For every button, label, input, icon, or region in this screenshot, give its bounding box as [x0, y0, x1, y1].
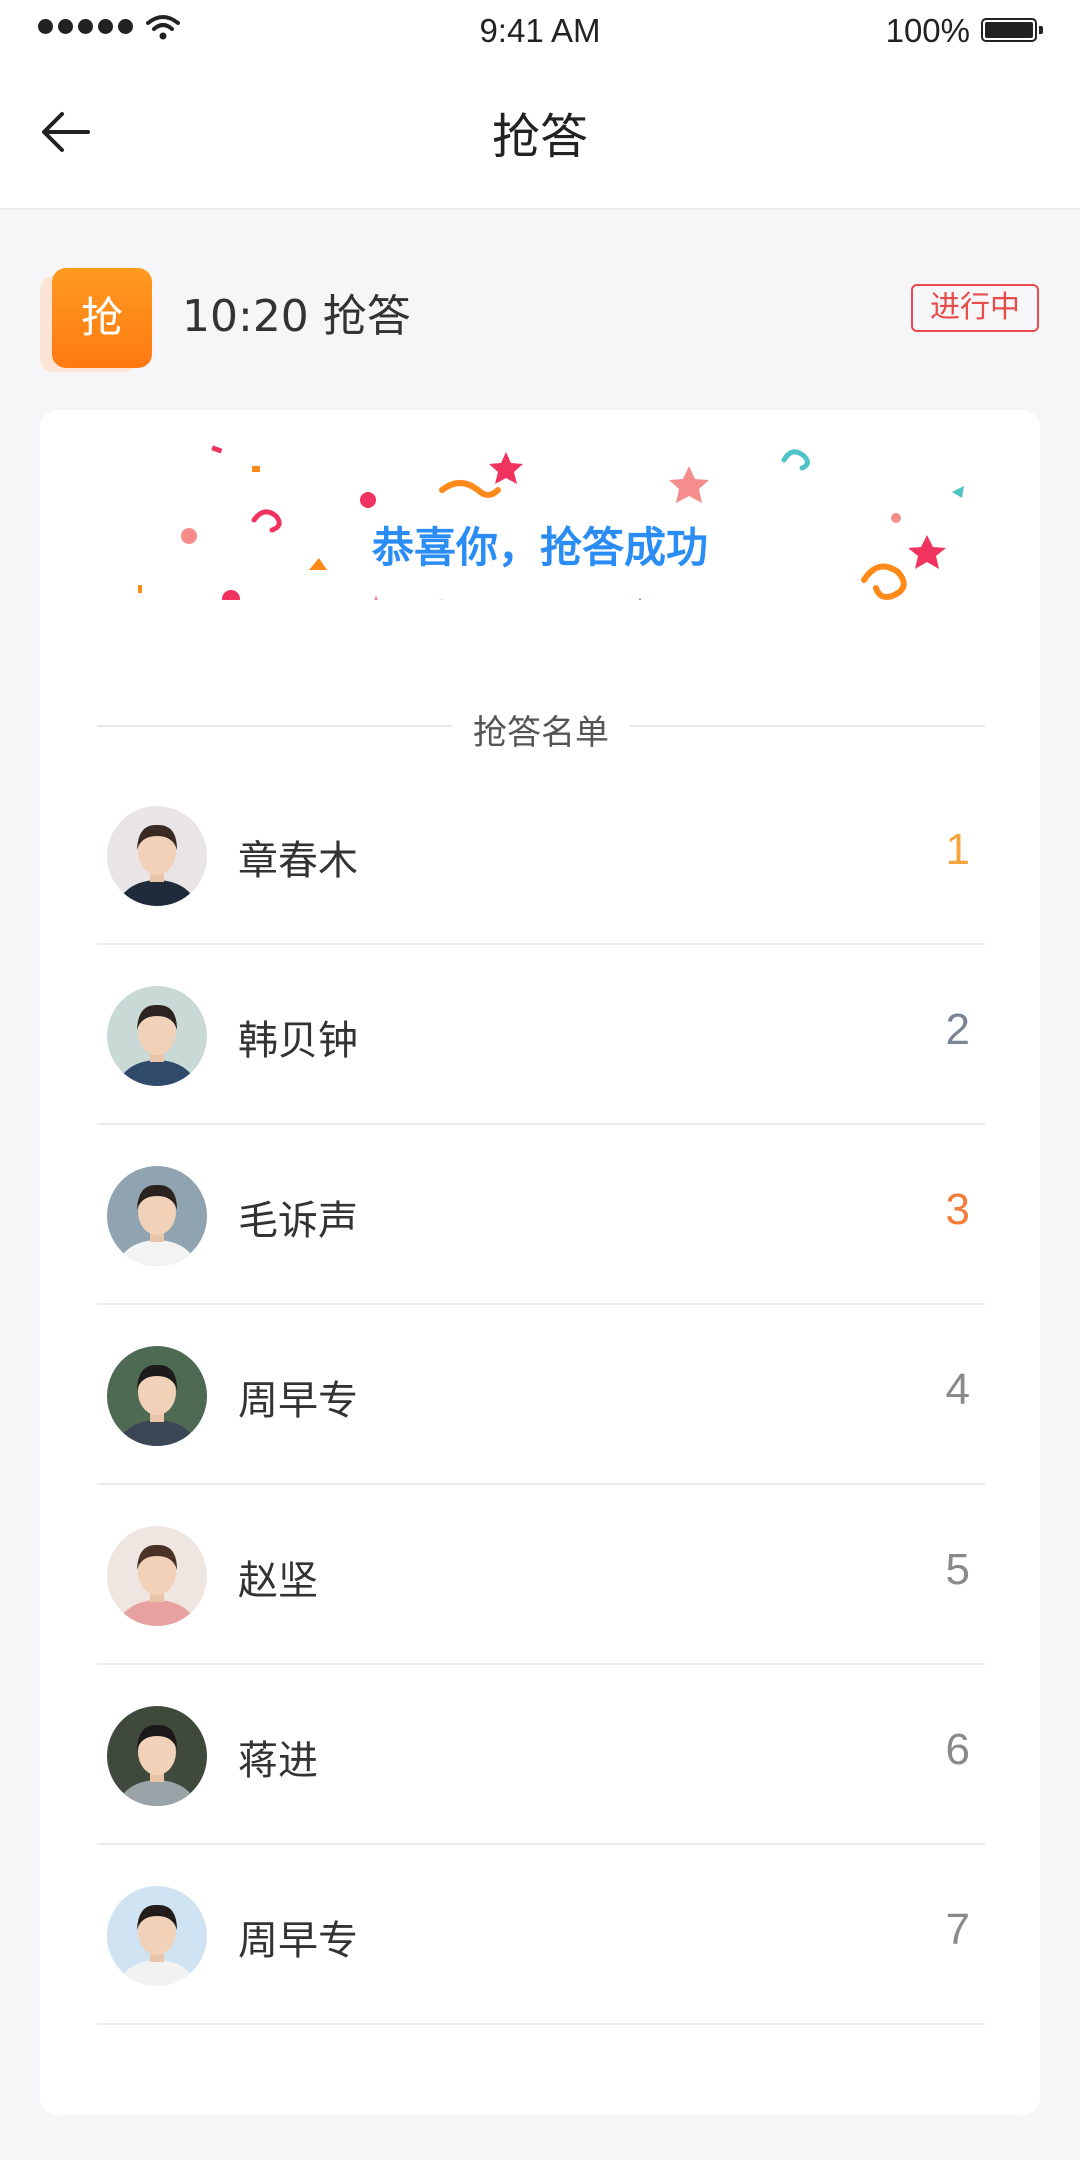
participant-name: 毛诉声 [238, 1198, 358, 1244]
participant-row[interactable]: 蒋进 6 [97, 1665, 985, 1845]
avatar [107, 1886, 207, 1986]
avatar [107, 986, 207, 1086]
participant-rank: 5 [945, 1545, 970, 1594]
participant-row[interactable]: 周早专 4 [97, 1305, 985, 1485]
participant-list: 章春木 1 韩贝钟 2 毛诉声 3 周早专 4 赵坚 5 蒋进 6 周早专 7 [97, 765, 985, 2025]
participant-rank: 2 [945, 1005, 970, 1054]
participant-name: 赵坚 [238, 1558, 318, 1604]
battery-percentage: 100% [885, 12, 970, 49]
participant-name: 蒋进 [238, 1738, 318, 1784]
avatar [107, 1346, 207, 1446]
participant-name: 章春木 [238, 838, 358, 884]
participant-row[interactable]: 赵坚 5 [97, 1485, 985, 1665]
participant-name: 周早专 [238, 1378, 358, 1424]
avatar [107, 1706, 207, 1806]
participant-row[interactable]: 周早专 7 [97, 1845, 985, 2025]
avatar [107, 1166, 207, 1266]
participant-rank: 6 [945, 1725, 970, 1774]
participant-row[interactable]: 韩贝钟 2 [97, 945, 985, 1125]
page-title: 抢答 [491, 109, 588, 165]
status-bar: 9:41 AM 100% [0, 0, 1080, 62]
avatar [107, 806, 207, 906]
participant-rank: 4 [945, 1365, 970, 1414]
quiz-icon-char: 抢 [52, 268, 152, 368]
participant-row[interactable]: 章春木 1 [97, 765, 985, 945]
battery-icon [981, 18, 1043, 42]
result-card: 恭喜你，抢答成功 抢答名单 章春木 1 韩贝钟 2 毛诉声 3 周早专 4 赵坚 5 蒋进 6 周早专 7 [40, 410, 1040, 2115]
list-section-header: 抢答名单 [97, 705, 985, 753]
success-message: 恭喜你，抢答成功 [371, 523, 708, 572]
quiz-type-icon: 抢 [40, 258, 155, 373]
session-header: 抢 10:20 抢答 进行中 [0, 210, 1080, 410]
status-badge: 进行中 [911, 284, 1039, 332]
participant-rank: 3 [945, 1185, 970, 1234]
list-title: 抢答名单 [473, 713, 609, 753]
participant-rank: 1 [945, 825, 970, 874]
navigation-bar: 抢答 [0, 62, 1080, 210]
participant-rank: 7 [945, 1905, 970, 1954]
participant-name: 韩贝钟 [238, 1018, 358, 1064]
session-title: 10:20 抢答 [182, 291, 411, 342]
avatar [107, 1526, 207, 1626]
participant-row[interactable]: 毛诉声 3 [97, 1125, 985, 1305]
participant-name: 周早专 [238, 1918, 358, 1964]
